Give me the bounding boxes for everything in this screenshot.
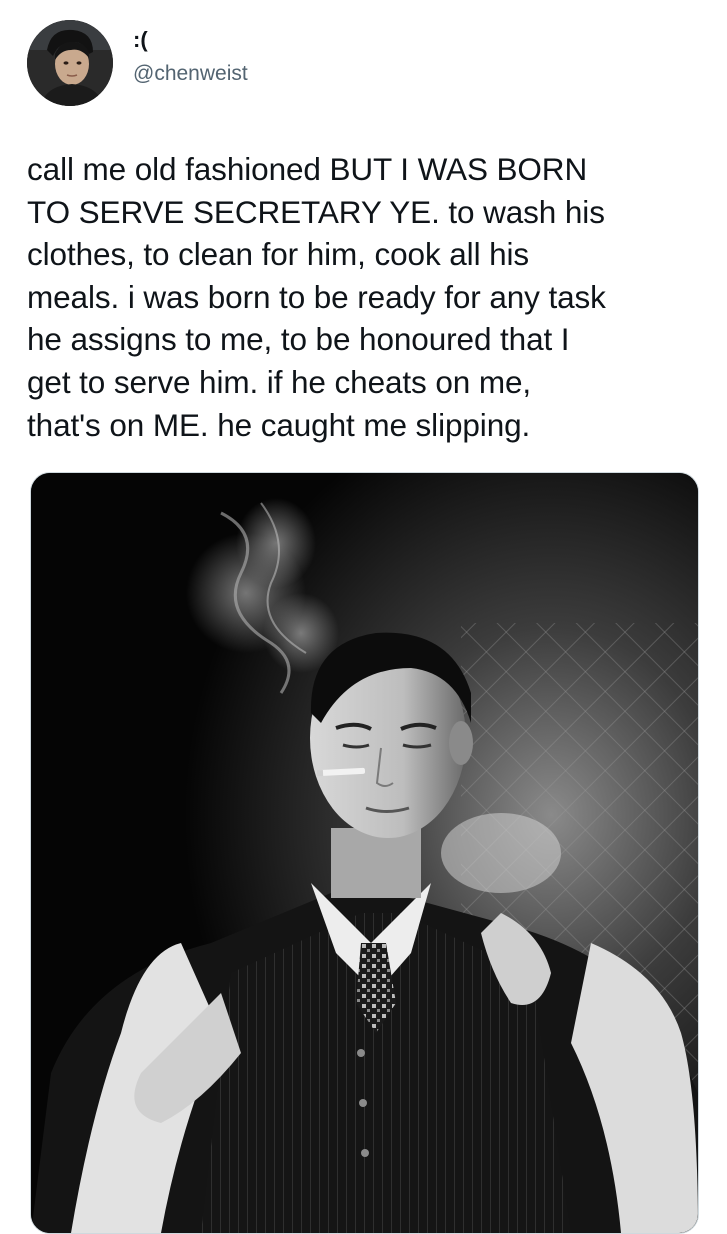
- author-handle[interactable]: @chenweist: [133, 61, 248, 87]
- profile-photo-icon: [27, 20, 113, 106]
- photo-image: [31, 473, 698, 1233]
- tweet-photo[interactable]: [30, 472, 699, 1234]
- author-names: :( @chenweist: [133, 25, 248, 87]
- avatar[interactable]: [27, 20, 113, 106]
- tweet-text: call me old fashioned BUT I WAS BORN TO …: [27, 151, 606, 443]
- tweet-header: :( @chenweist: [27, 20, 248, 106]
- author-display-name[interactable]: :(: [133, 25, 248, 55]
